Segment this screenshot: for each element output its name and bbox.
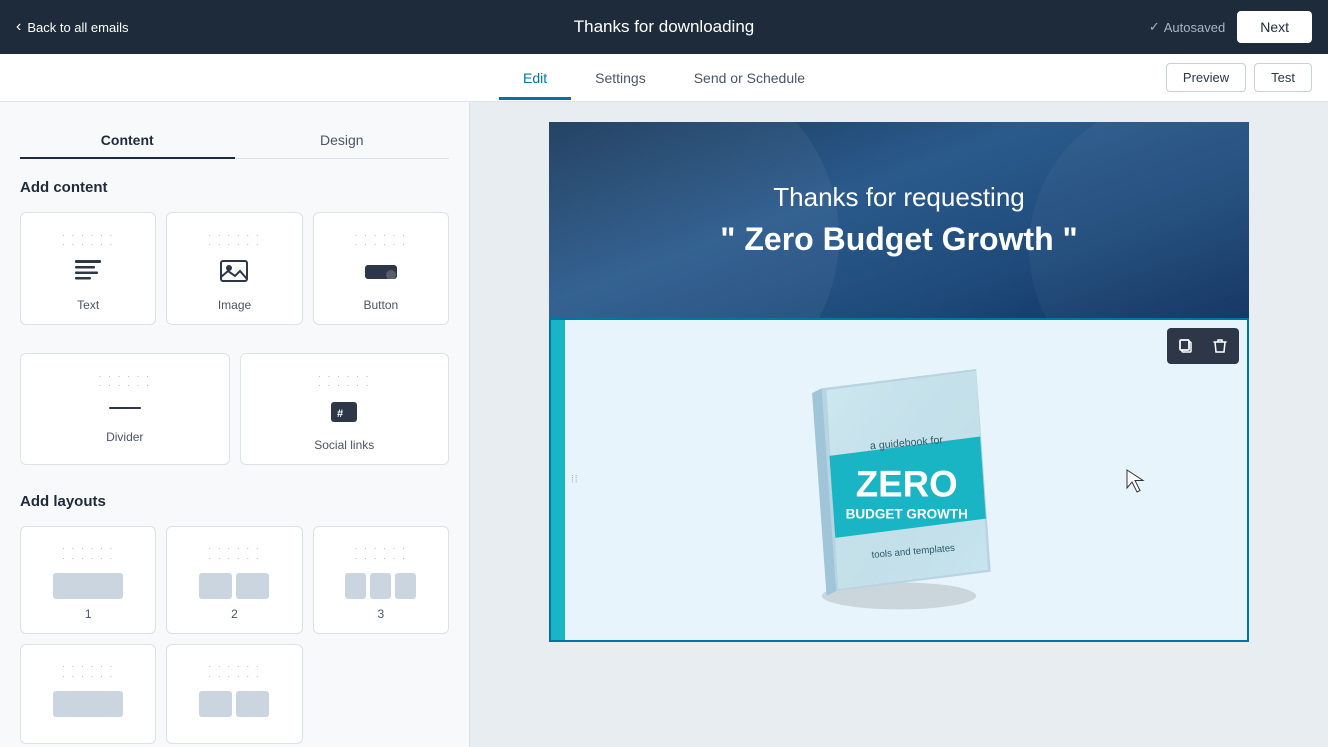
drag-handle[interactable]: ⁞⁞ [571,473,579,488]
content-blocks-grid: · · · · · ·· · · · · · Text · · · · · ··… [20,212,449,325]
layout-1[interactable]: · · · · · ·· · · · · · 1 [20,526,156,634]
layouts-grid: · · · · · ·· · · · · · 1 · · · · · ·· · … [20,526,449,744]
tab-send-schedule[interactable]: Send or Schedule [670,56,829,100]
block-dots: · · · · · ·· · · · · · [355,231,408,249]
layout-col [395,573,416,599]
layout-col [53,691,123,717]
image-icon [219,257,249,290]
layout-dots: · · · · · ·· · · · · · [62,543,115,563]
teal-accent-bar [551,320,565,640]
layout-1-label: 1 [85,607,92,621]
book-illustration: ZERO BUDGET GROWTH a guidebook for tools… [551,320,1247,640]
svg-text:#: # [337,408,343,420]
sidebar-tab-design[interactable]: Design [235,122,450,158]
add-content-title: Add content [20,179,449,196]
layout-2[interactable]: · · · · · ·· · · · · · 2 [166,526,302,634]
layout-col [236,691,269,717]
text-icon [73,257,103,290]
layout-col [345,573,366,599]
layout-3-label: 3 [377,607,384,621]
layout-dots: · · · · · ·· · · · · · [62,661,115,681]
hero-text-line2: " Zero Budget Growth " [589,221,1209,258]
block-dots: · · · · · ·· · · · · · [62,231,115,249]
block-button[interactable]: · · · · · ·· · · · · · Button [313,212,449,325]
block-divider-label: Divider [106,430,143,444]
main-layout: Content Design Add content · · · · · ·· … [0,102,1328,747]
block-social[interactable]: · · · · · ·· · · · · · # Social links [240,353,450,465]
back-link[interactable]: ‹ Back to all emails [16,18,128,36]
divider-icon [107,398,143,422]
block-divider[interactable]: · · · · · ·· · · · · · Divider [20,353,230,465]
layout-3[interactable]: · · · · · ·· · · · · · 3 [313,526,449,634]
page-title: Thanks for downloading [574,17,755,37]
layout-2-label: 2 [231,607,238,621]
sidebar-tab-content[interactable]: Content [20,122,235,158]
tabs: Edit Settings Send or Schedule [0,56,1328,100]
layout-3-preview [345,573,416,599]
svg-text:BUDGET GROWTH: BUDGET GROWTH [846,507,968,522]
layout-col [199,691,232,717]
layout-col [236,573,269,599]
content-blocks-grid-2: · · · · · ·· · · · · · Divider · · · · ·… [20,353,449,465]
tab-bar-actions: Preview Test [1166,63,1312,92]
delete-block-button[interactable] [1205,332,1235,360]
tab-edit[interactable]: Edit [499,56,571,100]
layout-col [53,573,123,599]
block-text[interactable]: · · · · · ·· · · · · · Text [20,212,156,325]
layout-1-preview [53,573,123,599]
layout-col [370,573,391,599]
preview-button[interactable]: Preview [1166,63,1246,92]
sidebar: Content Design Add content · · · · · ·· … [0,102,470,747]
canvas: Thanks for requesting " Zero Budget Grow… [470,102,1328,747]
block-text-label: Text [77,298,99,312]
back-link-label: Back to all emails [27,20,128,35]
layout-5-preview [199,691,269,717]
email-container: Thanks for requesting " Zero Budget Grow… [549,122,1249,642]
block-actions [1167,328,1239,364]
block-dots: · · · · · ·· · · · · · [318,372,371,390]
block-button-label: Button [363,298,398,312]
tab-bar: Edit Settings Send or Schedule Preview T… [0,54,1328,102]
svg-text:ZERO: ZERO [856,463,958,504]
layout-dots: · · · · · ·· · · · · · [355,543,408,563]
top-nav: ‹ Back to all emails Thanks for download… [0,0,1328,54]
block-image[interactable]: · · · · · ·· · · · · · Image [166,212,302,325]
sidebar-tabs: Content Design [20,122,449,159]
layout-col [199,573,232,599]
layout-dots: · · · · · ·· · · · · · [208,661,261,681]
block-dots: · · · · · ·· · · · · · [99,372,152,390]
layout-4[interactable]: · · · · · ·· · · · · · [20,644,156,744]
autosaved-status: ✓ Autosaved [1149,19,1225,35]
add-layouts-title: Add layouts [20,493,449,510]
book-svg: ZERO BUDGET GROWTH a guidebook for tools… [769,340,1029,620]
image-block[interactable]: ⁞⁞ [549,318,1249,642]
block-dots: · · · · · ·· · · · · · [208,231,261,249]
block-social-label: Social links [314,438,374,452]
tab-settings[interactable]: Settings [571,56,670,100]
button-icon [363,257,399,290]
layout-dots: · · · · · ·· · · · · · [208,543,261,563]
copy-block-button[interactable] [1171,332,1201,360]
block-image-label: Image [218,298,251,312]
layout-5[interactable]: · · · · · ·· · · · · · [166,644,302,744]
next-button[interactable]: Next [1237,11,1312,43]
layout-2-preview [199,573,269,599]
hero-block: Thanks for requesting " Zero Budget Grow… [549,122,1249,318]
check-icon: ✓ [1149,19,1160,35]
hero-text-line1: Thanks for requesting [589,182,1209,213]
top-nav-right: ✓ Autosaved Next [1149,11,1312,43]
layout-4-preview [53,691,123,717]
social-icon: # [329,398,359,430]
test-button[interactable]: Test [1254,63,1312,92]
chevron-left-icon: ‹ [16,18,21,36]
